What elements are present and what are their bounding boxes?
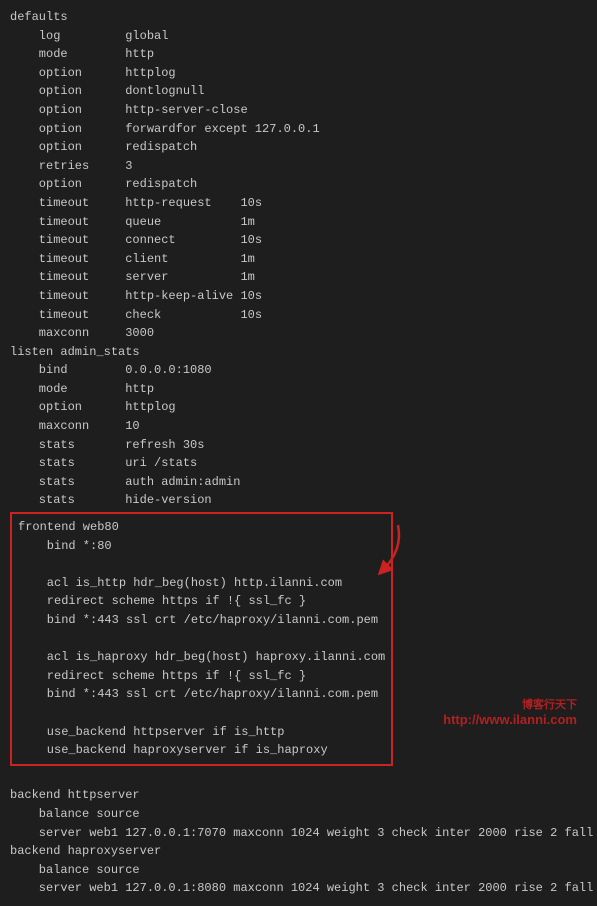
defaults-line-15: timeout http-keep-alive 10s xyxy=(10,289,262,303)
frontend-line-5: acl is_haproxy hdr_beg(host) haproxy.ila… xyxy=(18,650,385,664)
defaults-line-10: timeout http-request 10s xyxy=(10,196,262,210)
watermark-container: 博客行天下 http://www.ilanni.com xyxy=(443,696,577,727)
frontend-box: frontend web80 bind *:80 acl is_http hdr… xyxy=(10,512,393,766)
defaults-line-4: option dontlognull xyxy=(10,84,204,98)
terminal-output: defaults log global mode http option htt… xyxy=(10,8,587,898)
frontend-line-9: use_backend haproxyserver if is_haproxy xyxy=(18,743,328,757)
defaults-line-13: timeout client 1m xyxy=(10,252,255,266)
backend-haproxy-header: backend haproxyserver xyxy=(10,844,161,858)
watermark-url: http://www.ilanni.com xyxy=(443,712,577,727)
red-arrow-icon xyxy=(338,520,408,575)
backend-haproxy-line-2: server web1 127.0.0.1:8080 maxconn 1024 … xyxy=(10,881,597,895)
defaults-section: defaults log global mode http option htt… xyxy=(10,8,587,343)
defaults-line-6: option forwardfor except 127.0.0.1 xyxy=(10,122,320,136)
defaults-line-5: option http-server-close xyxy=(10,103,248,117)
listen-line-8: stats hide-version xyxy=(10,493,212,507)
defaults-line-1: log global xyxy=(10,29,168,43)
frontend-line-7: bind *:443 ssl crt /etc/haproxy/ilanni.c… xyxy=(18,687,378,701)
defaults-line-8: retries 3 xyxy=(10,159,132,173)
backend-http-line-2: server web1 127.0.0.1:7070 maxconn 1024 … xyxy=(10,826,597,840)
listen-line-2: mode http xyxy=(10,382,154,396)
watermark-cn: 博客行天下 xyxy=(443,696,577,712)
defaults-line-16: timeout check 10s xyxy=(10,308,262,322)
listen-line-7: stats auth admin:admin xyxy=(10,475,240,489)
frontend-line-4: bind *:443 ssl crt /etc/haproxy/ilanni.c… xyxy=(18,613,378,627)
frontend-line-2: acl is_http hdr_beg(host) http.ilanni.co… xyxy=(18,576,342,590)
defaults-line-9: option redispatch xyxy=(10,177,197,191)
frontend-line-8: use_backend httpserver if is_http xyxy=(18,725,284,739)
listen-line-5: stats refresh 30s xyxy=(10,438,204,452)
frontend-pre: frontend web80 bind *:80 acl is_http hdr… xyxy=(18,518,385,760)
defaults-line-7: option redispatch xyxy=(10,140,197,154)
backend-http-section: backend httpserver balance source server… xyxy=(10,768,587,842)
defaults-line-17: maxconn 3000 xyxy=(10,326,154,340)
frontend-header: frontend web80 xyxy=(18,520,119,534)
listen-header: listen admin_stats xyxy=(10,345,140,359)
defaults-line-12: timeout connect 10s xyxy=(10,233,262,247)
defaults-header: defaults xyxy=(10,10,68,24)
defaults-line-11: timeout queue 1m xyxy=(10,215,255,229)
listen-line-6: stats uri /stats xyxy=(10,456,197,470)
defaults-line-3: option httplog xyxy=(10,66,176,80)
defaults-line-14: timeout server 1m xyxy=(10,270,255,284)
frontend-line-3: redirect scheme https if !{ ssl_fc } xyxy=(18,594,306,608)
backend-http-line-1: balance source xyxy=(10,807,140,821)
backend-haproxy-line-1: balance source xyxy=(10,863,140,877)
backend-haproxy-section: backend haproxyserver balance source ser… xyxy=(10,842,587,898)
frontend-arrow-area: frontend web80 bind *:80 acl is_http hdr… xyxy=(10,510,393,768)
frontend-line-1: bind *:80 xyxy=(18,539,112,553)
backend-http-header: backend httpserver xyxy=(10,788,140,802)
listen-line-4: maxconn 10 xyxy=(10,419,140,433)
defaults-line-2: mode http xyxy=(10,47,154,61)
frontend-line-6: redirect scheme https if !{ ssl_fc } xyxy=(18,669,306,683)
listen-line-3: option httplog xyxy=(10,400,176,414)
listen-line-1: bind 0.0.0.0:1080 xyxy=(10,363,212,377)
listen-section: listen admin_stats bind 0.0.0.0:1080 mod… xyxy=(10,343,587,510)
